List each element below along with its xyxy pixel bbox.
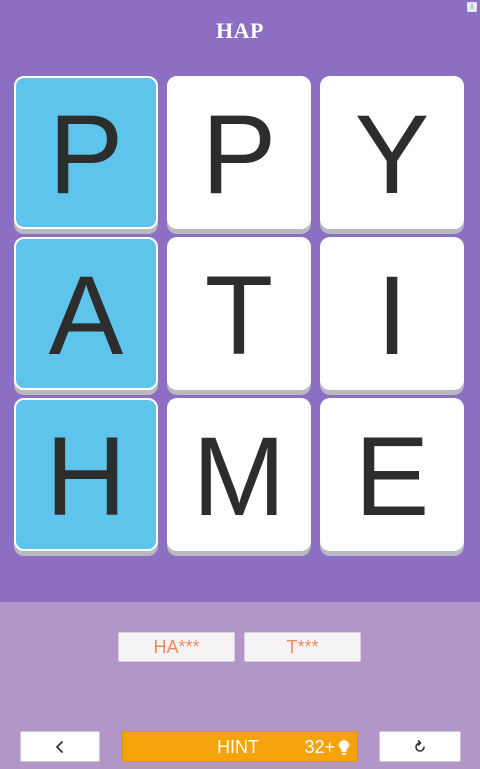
letter-tile-selected[interactable]: H (14, 398, 158, 551)
tile-letter: E (354, 413, 430, 539)
hint-button[interactable]: HINT 32+ (122, 731, 358, 762)
hint-cost: 32+ (304, 737, 335, 757)
letter-tile-selected[interactable]: A (14, 237, 158, 390)
refresh-icon (415, 739, 425, 752)
tile-letter: T (204, 252, 274, 378)
tile-letter: A (48, 252, 124, 378)
letter-tile[interactable]: M (167, 398, 311, 551)
tile-letter: H (45, 413, 127, 539)
letter-tile[interactable]: Y (320, 76, 464, 229)
reset-button[interactable] (379, 731, 461, 762)
current-word-title: HAP (216, 18, 264, 43)
letter-tile[interactable]: E (320, 398, 464, 551)
tile-letter: I (376, 252, 408, 378)
target-word-slot: T*** (244, 632, 361, 662)
bottom-panel: HA*** T*** HINT 32+ (0, 602, 480, 769)
target-word-slot: HA*** (118, 632, 235, 662)
back-button[interactable] (20, 731, 100, 762)
tile-letter: P (48, 91, 124, 217)
letter-tile-selected[interactable]: P (14, 76, 158, 229)
game-board-area: i HAP P P Y A T I H M E (0, 0, 480, 602)
letter-tile[interactable]: I (320, 237, 464, 390)
lightbulb-icon (337, 740, 351, 755)
tile-letter: P (201, 91, 277, 217)
letter-tile[interactable]: T (167, 237, 311, 390)
info-icon[interactable]: i (467, 2, 477, 12)
chevron-left-icon (56, 740, 63, 753)
hint-label: HINT (217, 737, 259, 757)
tile-letter: M (192, 413, 286, 539)
letter-tile[interactable]: P (167, 76, 311, 229)
letter-grid: P P Y A T I H M E (14, 76, 466, 556)
tile-letter: Y (354, 91, 430, 217)
